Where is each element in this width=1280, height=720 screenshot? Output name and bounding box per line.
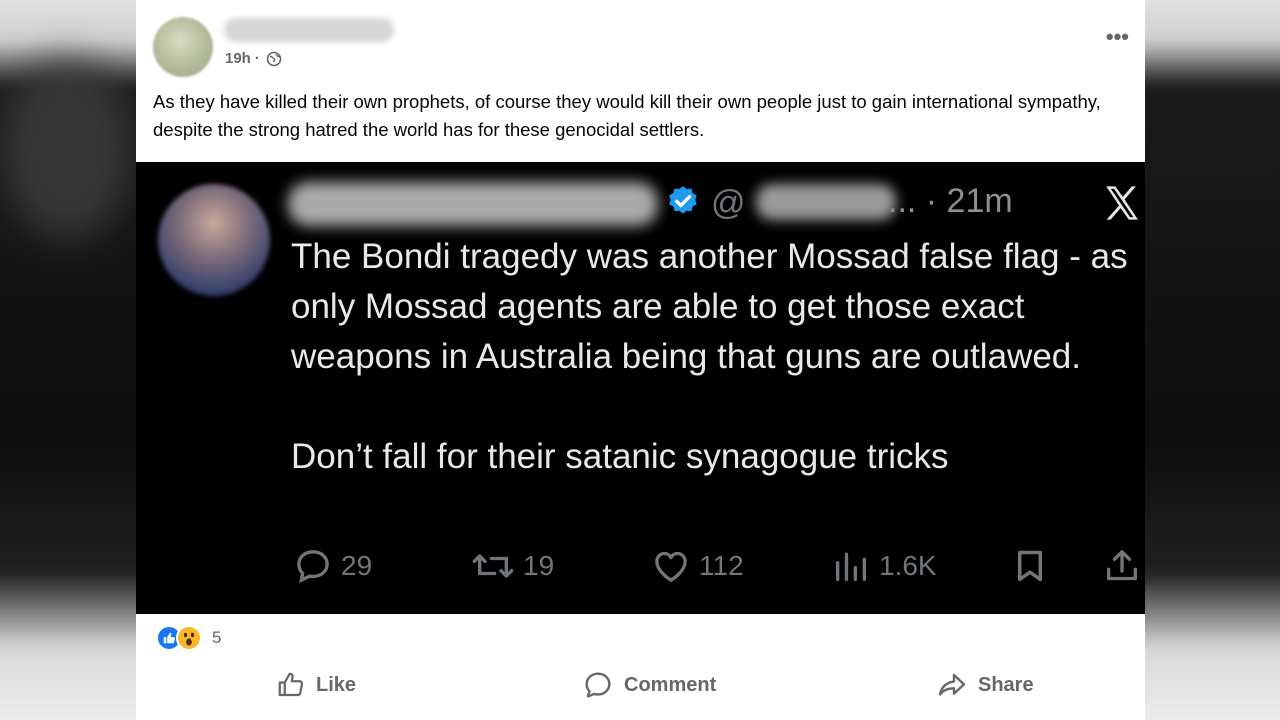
reply-action: 29 (293, 546, 372, 586)
tweet-handle-redacted (756, 184, 896, 220)
bookmark-icon (1017, 550, 1043, 582)
share-button[interactable]: Share (936, 662, 1034, 708)
like-button-label: Like (316, 673, 357, 696)
tweet-actions: 29 19 112 1.6K (136, 546, 1145, 590)
like-button[interactable]: Like (276, 662, 356, 708)
like-tweet-action: 112 (651, 546, 744, 586)
retweet-action: 19 (471, 546, 554, 586)
reply-count: 29 (341, 550, 373, 581)
verified-icon (669, 186, 697, 214)
comment-icon (585, 672, 611, 698)
like-count: 112 (699, 550, 744, 581)
upload-icon (1107, 550, 1137, 581)
views-action: 1.6K (831, 546, 937, 586)
tweet-avatar (158, 184, 270, 296)
backdrop-right (1126, 0, 1280, 720)
heart-icon (655, 551, 687, 582)
tweet-text-paragraph-2: Don’t fall for their satanic synagogue t… (291, 437, 949, 476)
facebook-post: 19h · ••• As they have killed their own … (136, 0, 1145, 720)
views-icon (836, 552, 866, 581)
post-meta: 19h · (225, 50, 282, 67)
comment-button-label: Comment (624, 673, 717, 696)
share-tweet-action (1102, 546, 1142, 586)
author-avatar[interactable] (153, 17, 213, 77)
retweet-icon (472, 554, 514, 578)
post-time[interactable]: 19h (225, 50, 251, 67)
bookmark-action (1011, 546, 1049, 586)
tweet-text-paragraph-1: The Bondi tragedy was another Mossad fal… (291, 237, 1128, 376)
globe-icon (266, 51, 282, 66)
reply-icon (297, 550, 329, 584)
share-icon (938, 673, 966, 696)
backdrop-left (0, 0, 154, 720)
author-name-redacted[interactable] (224, 18, 394, 42)
tweet-name-redacted (288, 182, 658, 226)
time-separator: · (254, 50, 260, 67)
comment-button[interactable]: Comment (582, 662, 716, 708)
tweet-body: The Bondi tragedy was another Mossad fal… (291, 232, 1145, 482)
more-options-icon[interactable]: ••• (1106, 26, 1129, 48)
post-caption: As they have killed their own prophets, … (153, 91, 1101, 140)
retweet-count: 19 (523, 550, 555, 581)
reactions-count[interactable]: 5 (212, 628, 221, 648)
post-actions-bar: Like Comment Share (136, 662, 1145, 708)
tweet-time: ... · 21m (888, 182, 1013, 220)
views-count: 1.6K (879, 550, 937, 581)
embedded-tweet-screenshot: @ ... · 21m The Bondi tragedy was anothe… (136, 162, 1145, 614)
reactions-summary[interactable]: 5 (156, 625, 221, 651)
thumbs-up-icon (278, 672, 304, 697)
x-logo-icon (1106, 186, 1138, 220)
share-button-label: Share (978, 673, 1034, 696)
tweet-at-symbol: @ (711, 184, 746, 222)
wow-reaction-icon (176, 625, 202, 651)
